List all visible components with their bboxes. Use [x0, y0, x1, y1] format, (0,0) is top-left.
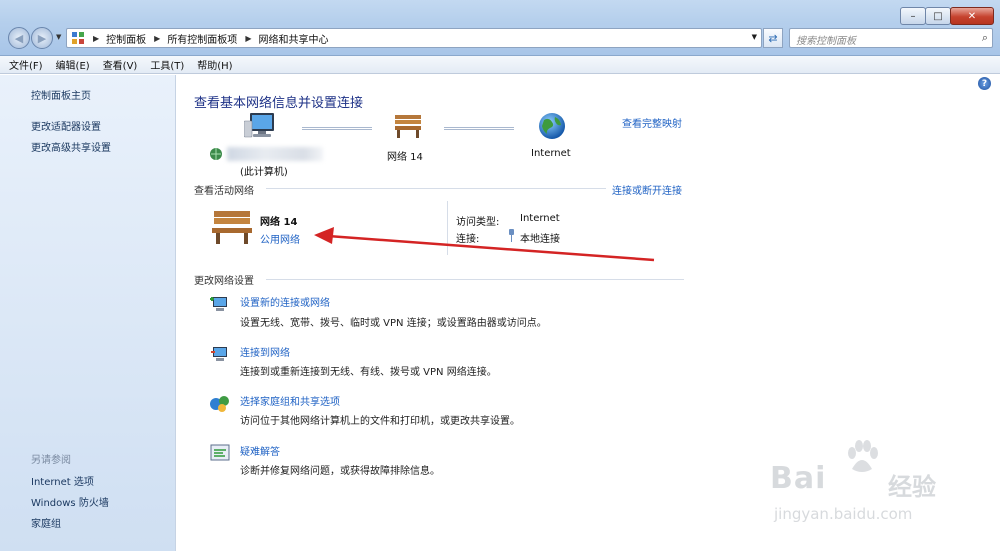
- paw-logo-icon: [848, 440, 878, 472]
- maximize-button[interactable]: □: [925, 7, 951, 25]
- menu-help[interactable]: 帮助(H): [197, 57, 232, 72]
- new-connection-icon: [210, 297, 227, 311]
- baidu-watermark: Bai 经验 jingyan.baidu.com: [766, 435, 996, 545]
- active-network-name: 网络 14: [260, 217, 298, 228]
- section-divider: [266, 188, 606, 189]
- sidebar-item-advanced-sharing[interactable]: 更改高级共享设置: [31, 139, 111, 154]
- access-type-label: 访问类型:: [456, 217, 500, 228]
- bench-icon: [395, 115, 421, 138]
- internet-globe-icon: [539, 113, 565, 139]
- breadcrumb-network-center[interactable]: 网络和共享中心: [258, 31, 328, 46]
- connect-network-icon: [211, 347, 227, 361]
- sidebar-item-control-panel-home[interactable]: 控制面板主页: [31, 87, 91, 102]
- network-type-link[interactable]: 公用网络: [260, 231, 300, 246]
- forward-button[interactable]: ▶: [31, 27, 53, 49]
- search-icon[interactable]: ⌕: [982, 31, 988, 45]
- section-divider: [266, 279, 684, 280]
- control-panel-icon: [72, 32, 84, 44]
- task-troubleshoot-link[interactable]: 疑难解答: [240, 443, 280, 458]
- close-button[interactable]: ✕: [950, 7, 994, 25]
- page-title: 查看基本网络信息并设置连接: [194, 96, 364, 111]
- network-map-label: 网络 14: [387, 152, 423, 163]
- address-dropdown[interactable]: ▼: [752, 33, 757, 41]
- main-content: ? 查看基本网络信息并设置连接 查看完整映射 (此计算机) 网络 14 Inte…: [176, 75, 1000, 551]
- sidebar-item-internet-options[interactable]: Internet 选项: [31, 473, 94, 488]
- menu-view[interactable]: 查看(V): [103, 57, 138, 72]
- help-button[interactable]: ?: [978, 77, 991, 90]
- sidebar: 控制面板主页 更改适配器设置 更改高级共享设置 另请参阅 Internet 选项…: [0, 75, 176, 551]
- computer-icon: [244, 113, 274, 138]
- window-title-bar: – □ ✕ ◀ ▶ ▼ ▶ 控制面板 ▶ 所有控制面板项 ▶ 网络和共享中心 ▼…: [0, 0, 1000, 56]
- refresh-button[interactable]: ⇄: [763, 28, 783, 48]
- address-bar[interactable]: ▶ 控制面板 ▶ 所有控制面板项 ▶ 网络和共享中心 ▼: [66, 28, 762, 48]
- computer-name-redacted: [227, 147, 323, 161]
- local-connection-link[interactable]: 本地连接: [520, 230, 560, 245]
- sidebar-item-homegroup[interactable]: 家庭组: [31, 515, 61, 530]
- window-controls: – □ ✕: [900, 7, 994, 25]
- public-network-bench-icon: [212, 211, 252, 244]
- view-full-map-link[interactable]: 查看完整映射: [622, 115, 682, 130]
- back-button[interactable]: ◀: [8, 27, 30, 49]
- troubleshoot-icon: [210, 444, 230, 461]
- homegroup-icon: [210, 396, 229, 412]
- minimize-button[interactable]: –: [900, 7, 926, 25]
- watermark-brand: Bai: [770, 461, 827, 496]
- task-new-connection-link[interactable]: 设置新的连接或网络: [240, 294, 330, 309]
- task-connect-network-desc: 连接到或重新连接到无线、有线、拨号或 VPN 网络连接。: [240, 367, 497, 378]
- breadcrumb-separator: ▶: [93, 33, 100, 43]
- search-placeholder: 搜索控制面板: [796, 36, 856, 47]
- breadcrumb-control-panel[interactable]: 控制面板: [106, 31, 146, 46]
- change-settings-heading: 更改网络设置: [194, 276, 254, 287]
- internet-map-label: Internet: [531, 148, 571, 159]
- task-troubleshoot-desc: 诊断并修复网络问题，或获得故障排除信息。: [240, 466, 440, 477]
- breadcrumb: 控制面板 ▶ 所有控制面板项 ▶ 网络和共享中心: [106, 31, 328, 46]
- watermark-brand-tail: 经验: [888, 473, 936, 501]
- sidebar-item-adapter-settings[interactable]: 更改适配器设置: [31, 118, 101, 133]
- see-also-heading: 另请参阅: [31, 455, 71, 466]
- breadcrumb-separator[interactable]: ▶: [154, 34, 160, 43]
- access-type-value: Internet: [520, 213, 560, 224]
- menu-bar: 文件(F) 编辑(E) 查看(V) 工具(T) 帮助(H): [0, 56, 1000, 74]
- ethernet-icon: [509, 229, 514, 242]
- recent-pages-dropdown[interactable]: ▼: [56, 33, 61, 41]
- connect-disconnect-link[interactable]: 连接或断开连接: [612, 182, 682, 197]
- task-new-connection-desc: 设置无线、宽带、拨号、临时或 VPN 连接；或设置路由器或访问点。: [240, 318, 547, 329]
- menu-file[interactable]: 文件(F): [9, 57, 43, 72]
- this-computer-label: (此计算机): [240, 167, 288, 178]
- breadcrumb-separator[interactable]: ▶: [245, 34, 251, 43]
- search-input[interactable]: 搜索控制面板 ⌕: [789, 28, 993, 48]
- breadcrumb-all-items[interactable]: 所有控制面板项: [167, 31, 237, 46]
- task-homegroup-desc: 访问位于其他网络计算机上的文件和打印机，或更改共享设置。: [240, 416, 520, 427]
- connection-line: [302, 127, 372, 130]
- connection-label: 连接:: [456, 234, 480, 245]
- menu-edit[interactable]: 编辑(E): [56, 57, 90, 72]
- connection-line: [444, 127, 514, 130]
- watermark-url: jingyan.baidu.com: [774, 505, 913, 523]
- details-divider: [447, 201, 448, 255]
- active-networks-heading: 查看活动网络: [194, 186, 254, 197]
- menu-tools[interactable]: 工具(T): [150, 57, 184, 72]
- sidebar-item-windows-firewall[interactable]: Windows 防火墙: [31, 494, 109, 509]
- network-globe-icon: [210, 148, 222, 160]
- task-connect-network-link[interactable]: 连接到网络: [240, 344, 290, 359]
- task-homegroup-link[interactable]: 选择家庭组和共享选项: [240, 393, 340, 408]
